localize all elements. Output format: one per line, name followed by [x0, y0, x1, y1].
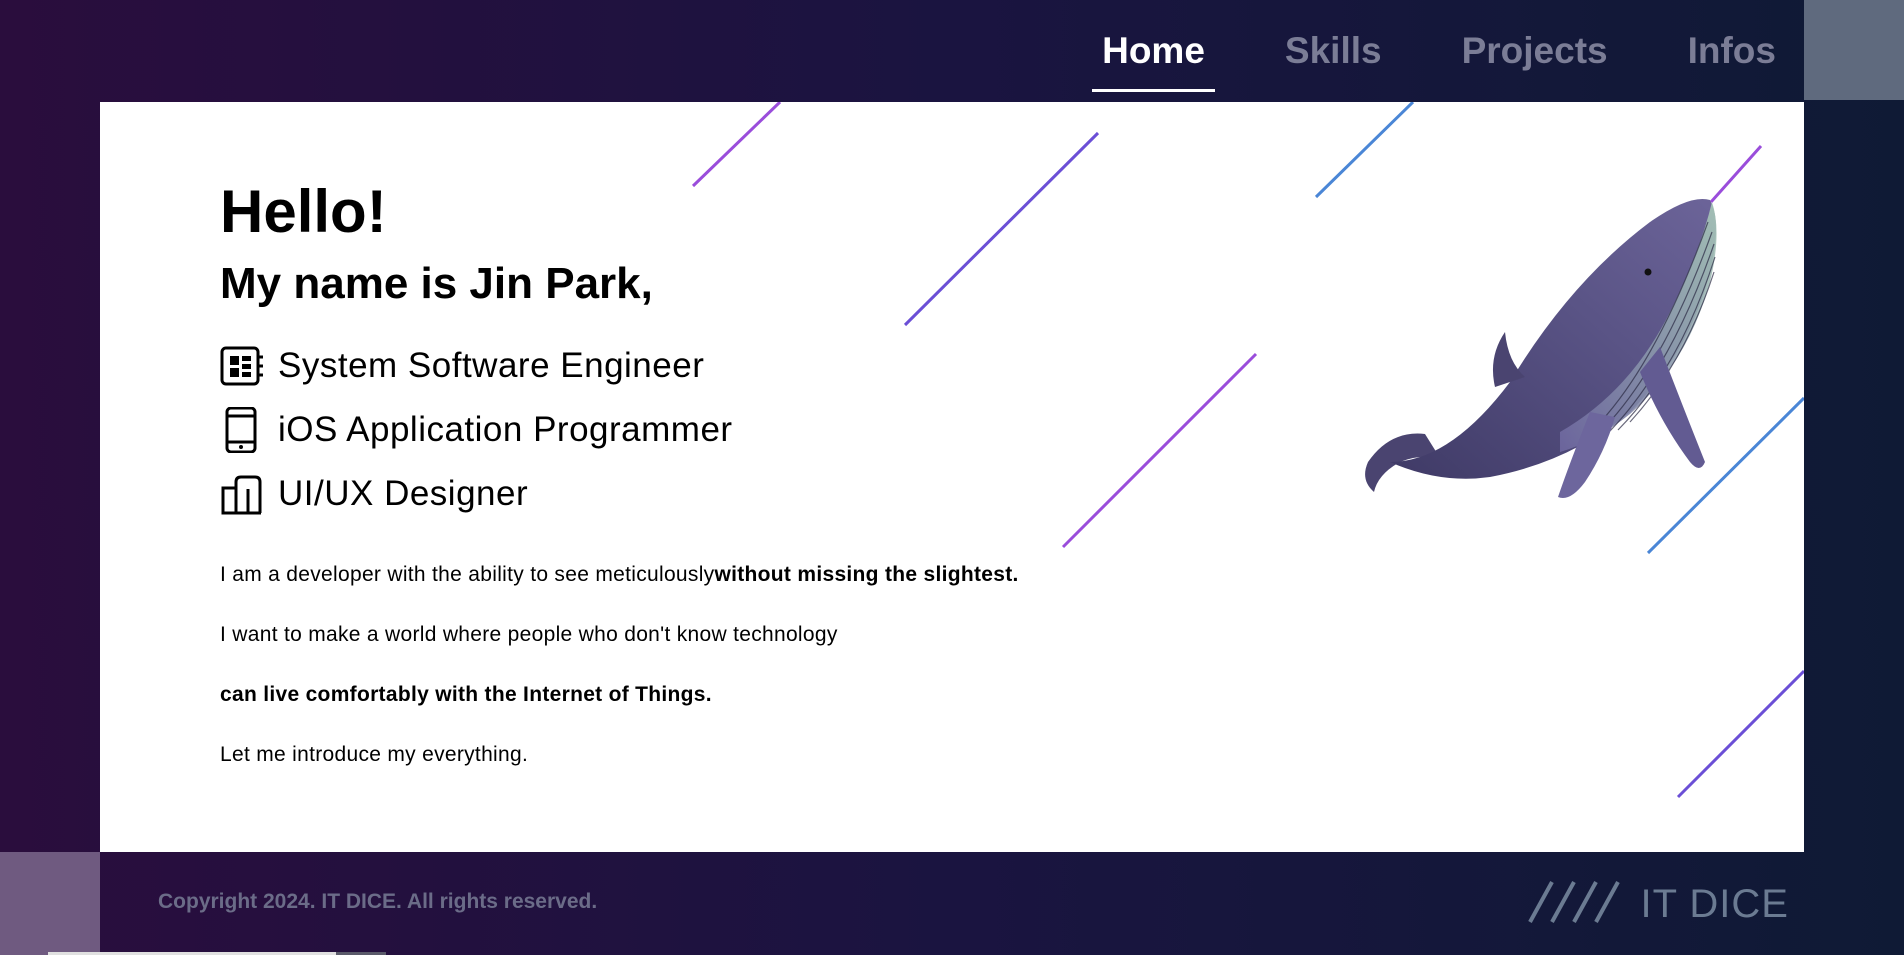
greeting-heading: Hello!: [220, 178, 387, 245]
nav-home[interactable]: Home: [1092, 30, 1215, 92]
role-label: System Software Engineer: [278, 346, 705, 385]
whale-illustration: [1365, 198, 1717, 498]
bio-text: I am a developer with the ability to see…: [220, 562, 1019, 767]
bio-line-4: Let me introduce my everything.: [220, 743, 529, 766]
role-label: iOS Application Programmer: [278, 410, 733, 449]
name-heading: My name is Jin Park,: [220, 259, 653, 308]
role-item-uiux-designer: UI/UX Designer: [220, 462, 1019, 526]
stripe: [1061, 352, 1258, 549]
smartphone-icon: [220, 407, 266, 453]
bio-line-2: I want to make a world where people who …: [220, 623, 838, 646]
nav-projects[interactable]: Projects: [1462, 30, 1608, 72]
role-item-ios-programmer: iOS Application Programmer: [220, 398, 1019, 462]
nav-infos[interactable]: Infos: [1688, 30, 1776, 72]
page-footer: Copyright 2024. IT DICE. All rights rese…: [100, 852, 1904, 955]
bio-line-1: I am a developer with the ability to see…: [220, 563, 1019, 586]
main-nav: Home Skills Projects Infos: [1022, 0, 1776, 102]
logo-text: IT DICE: [1640, 881, 1789, 926]
copyright-text: Copyright 2024. IT DICE. All rights rese…: [158, 890, 598, 913]
corner-block-bottom-left: [0, 852, 100, 955]
top-nav-bar: Home Skills Projects Infos: [0, 0, 1904, 102]
role-item-system-engineer: System Software Engineer: [220, 334, 1019, 398]
stripe: [1676, 669, 1804, 799]
slashes-logo-icon: [1528, 880, 1628, 928]
it-dice-logo[interactable]: IT DICE: [1528, 880, 1789, 928]
design-blocks-icon: [220, 471, 266, 517]
corner-block-top-right: [1804, 0, 1904, 100]
nav-skills[interactable]: Skills: [1285, 30, 1382, 72]
stripe: [691, 102, 782, 188]
role-list: System Software Engineer iOS Application…: [220, 334, 1019, 526]
cpu-chip-icon: [220, 343, 266, 389]
hero-card: Hello! My name is Jin Park, System Softw…: [100, 102, 1804, 852]
intro-content: Hello! My name is Jin Park, System Softw…: [220, 182, 1019, 802]
role-label: UI/UX Designer: [278, 474, 529, 513]
bio-line-3: can live comfortably with the Internet o…: [220, 683, 712, 706]
